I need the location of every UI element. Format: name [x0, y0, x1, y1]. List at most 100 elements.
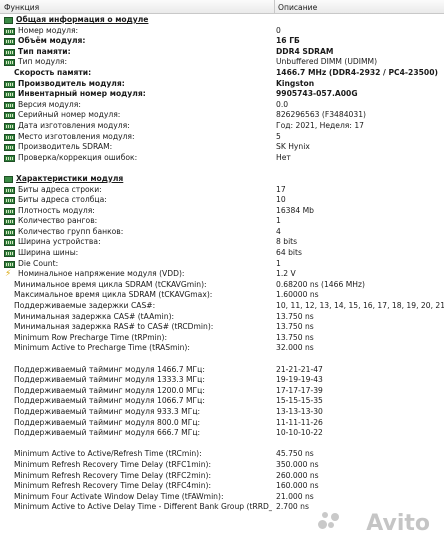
table-row[interactable]: Серийный номер модуля: 826296563 (F348403…	[0, 110, 444, 121]
field-value: 0	[276, 25, 281, 35]
field-label: Проверка/коррекция ошибок:	[18, 152, 138, 162]
field-label: Производитель SDRAM:	[18, 142, 113, 152]
memory-module-icon	[4, 175, 13, 183]
table-row[interactable]: Производитель SDRAM: SK Hynix	[0, 142, 444, 153]
avito-logo-icon	[318, 510, 340, 532]
field-label: Minimum Refresh Recovery Time Delay (tRF…	[14, 481, 212, 491]
field-label: Поддерживаемый тайминг модуля 1333.3 МГц…	[14, 375, 205, 385]
column-separator[interactable]	[274, 0, 275, 14]
table-row[interactable]: Minimum Refresh Recovery Time Delay (tRF…	[0, 460, 444, 471]
field-value: Нет	[276, 152, 291, 162]
blank-row	[0, 163, 444, 174]
blank-row	[0, 439, 444, 450]
field-value: Unbuffered DIMM (UDIMM)	[276, 57, 378, 67]
table-row[interactable]: Поддерживаемый тайминг модуля 1466.7 МГц…	[0, 365, 444, 376]
field-value: 13.750 ns	[276, 311, 314, 321]
table-row[interactable]: Тип модуля: Unbuffered DIMM (UDIMM)	[0, 57, 444, 68]
table-row[interactable]: Minimum Refresh Recovery Time Delay (tRF…	[0, 481, 444, 492]
table-row[interactable]: Поддерживаемый тайминг модуля 1066.7 МГц…	[0, 396, 444, 407]
table-row[interactable]: Версия модуля: 0.0	[0, 100, 444, 111]
table-row[interactable]: Поддерживаемые задержки CAS#: 10, 11, 12,…	[0, 301, 444, 312]
field-label: Биты адреса строки:	[18, 184, 102, 194]
field-label: Серийный номер модуля:	[18, 110, 121, 120]
table-row[interactable]: Minimum Row Precharge Time (tRPmin): 13.7…	[0, 333, 444, 344]
column-header-function[interactable]: Функция	[4, 3, 39, 12]
column-header: Функция Описание	[0, 0, 444, 14]
field-label: Minimum Four Activate Window Delay Time …	[14, 491, 224, 501]
table-row[interactable]: Минимальная задержка RAS# to CAS# (tRCDm…	[0, 322, 444, 333]
table-row[interactable]: Количество групп банков: 4	[0, 227, 444, 238]
field-label: Поддерживаемый тайминг модуля 933.3 МГц:	[14, 406, 201, 416]
field-label: Поддерживаемый тайминг модуля 1200.0 МГц…	[14, 385, 205, 395]
table-row[interactable]: Объём модуля: 16 ГБ	[0, 36, 444, 47]
table-row[interactable]: Тип памяти: DDR4 SDRAM	[0, 47, 444, 58]
table-row[interactable]: Минимальное время цикла SDRAM (tCKAVGmin…	[0, 280, 444, 291]
table-row[interactable]: Ширина устройства: 8 bits	[0, 237, 444, 248]
table-row[interactable]: Minimum Refresh Recovery Time Delay (tRF…	[0, 471, 444, 482]
field-label: Общая информация о модуле	[16, 15, 149, 24]
field-value: 13.750 ns	[276, 322, 314, 332]
field-label: Характеристики модуля	[16, 173, 124, 183]
field-value: 1.2 V	[276, 269, 296, 279]
field-label: Поддерживаемый тайминг модуля 666.7 МГц:	[14, 428, 201, 438]
table-row[interactable]: Minimum Four Activate Window Delay Time …	[0, 492, 444, 503]
field-label: Поддерживаемый тайминг модуля 800.0 МГц:	[14, 417, 201, 427]
field-value: 160.000 ns	[276, 481, 319, 491]
table-row[interactable]: Поддерживаемый тайминг модуля 666.7 МГц:…	[0, 428, 444, 439]
table-row[interactable]: Поддерживаемый тайминг модуля 1200.0 МГц…	[0, 386, 444, 397]
table-row[interactable]: Поддерживаемый тайминг модуля 933.3 МГц:…	[0, 407, 444, 418]
field-label: Количество групп банков:	[18, 226, 124, 236]
field-label: Минимальная задержка CAS# (tAAmin):	[14, 311, 175, 321]
field-value: 10, 11, 12, 13, 14, 15, 16, 17, 18, 19, …	[276, 301, 444, 311]
field-value: 5	[276, 131, 281, 141]
field-value: 32.000 ns	[276, 343, 314, 353]
table-row[interactable]: Скорость памяти: 1466.7 MHz (DDR4-2932 / …	[0, 68, 444, 79]
section-header[interactable]: Характеристики модуля	[0, 174, 444, 185]
table-row[interactable]: ⚡ Номинальное напряжение модуля (VDD): 1.2…	[0, 269, 444, 280]
table-row[interactable]: Место изготовления модуля: 5	[0, 132, 444, 143]
table-row[interactable]: Биты адреса строки: 17	[0, 185, 444, 196]
field-value: 16 ГБ	[276, 36, 300, 46]
table-row[interactable]: Поддерживаемый тайминг модуля 800.0 МГц:…	[0, 418, 444, 429]
field-value: 4	[276, 226, 281, 236]
field-label: Минимальное время цикла SDRAM (tCKAVGmin…	[14, 279, 207, 289]
table-row[interactable]: Проверка/коррекция ошибок: Нет	[0, 153, 444, 164]
avito-watermark: Avito	[366, 511, 430, 536]
field-value: Kingston	[276, 78, 315, 88]
table-row[interactable]: Биты адреса столбца: 10	[0, 195, 444, 206]
table-row[interactable]: Плотность модуля: 16384 Mb	[0, 206, 444, 217]
field-label: Minimum Refresh Recovery Time Delay (tRF…	[14, 470, 212, 480]
table-row[interactable]: Инвентарный номер модуля: 9905743-057.A00…	[0, 89, 444, 100]
table-row[interactable]: Номер модуля: 0	[0, 26, 444, 37]
table-row[interactable]: Поддерживаемый тайминг модуля 1333.3 МГц…	[0, 375, 444, 386]
table-row[interactable]: Die Count: 1	[0, 259, 444, 270]
table-row[interactable]: Ширина шины: 64 bits	[0, 248, 444, 259]
table-row[interactable]: Minimum Active to Active/Refresh Time (t…	[0, 449, 444, 460]
field-label: Ширина шины:	[18, 248, 79, 258]
field-value: 64 bits	[276, 248, 302, 258]
table-row[interactable]: Производитель модуля: Kingston	[0, 79, 444, 90]
table-row[interactable]: Максимальное время цикла SDRAM (tCKAVGma…	[0, 290, 444, 301]
spd-info-list: Общая информация о модуле Номер модуля: 0 О…	[0, 15, 444, 513]
field-label: Биты адреса столбца:	[18, 195, 107, 205]
field-value: 8 bits	[276, 237, 298, 247]
column-header-description[interactable]: Описание	[278, 3, 317, 12]
table-row[interactable]: Minimum Active to Precharge Time (tRASmi…	[0, 343, 444, 354]
section-header[interactable]: Общая информация о модуле	[0, 15, 444, 26]
field-value: 15-15-15-35	[276, 396, 323, 406]
table-row[interactable]: Дата изготовления модуля: Год: 2021, Неде…	[0, 121, 444, 132]
field-label: Поддерживаемые задержки CAS#:	[14, 301, 156, 311]
field-label: Максимальное время цикла SDRAM (tCKAVGma…	[14, 290, 213, 300]
field-label: Поддерживаемый тайминг модуля 1066.7 МГц…	[14, 396, 205, 406]
field-value: 10-10-10-22	[276, 428, 323, 438]
field-value: 11-11-11-26	[276, 417, 323, 427]
table-row[interactable]: Количество рангов: 1	[0, 216, 444, 227]
blank-row	[0, 354, 444, 365]
field-value: 17	[276, 184, 286, 194]
field-value: Год: 2021, Неделя: 17	[276, 120, 365, 130]
table-row[interactable]: Минимальная задержка CAS# (tAAmin): 13.75…	[0, 312, 444, 323]
field-value: 1	[276, 258, 281, 268]
field-value: DDR4 SDRAM	[276, 46, 334, 56]
field-label: Инвентарный номер модуля:	[18, 89, 146, 99]
field-label: Номер модуля:	[18, 25, 79, 35]
